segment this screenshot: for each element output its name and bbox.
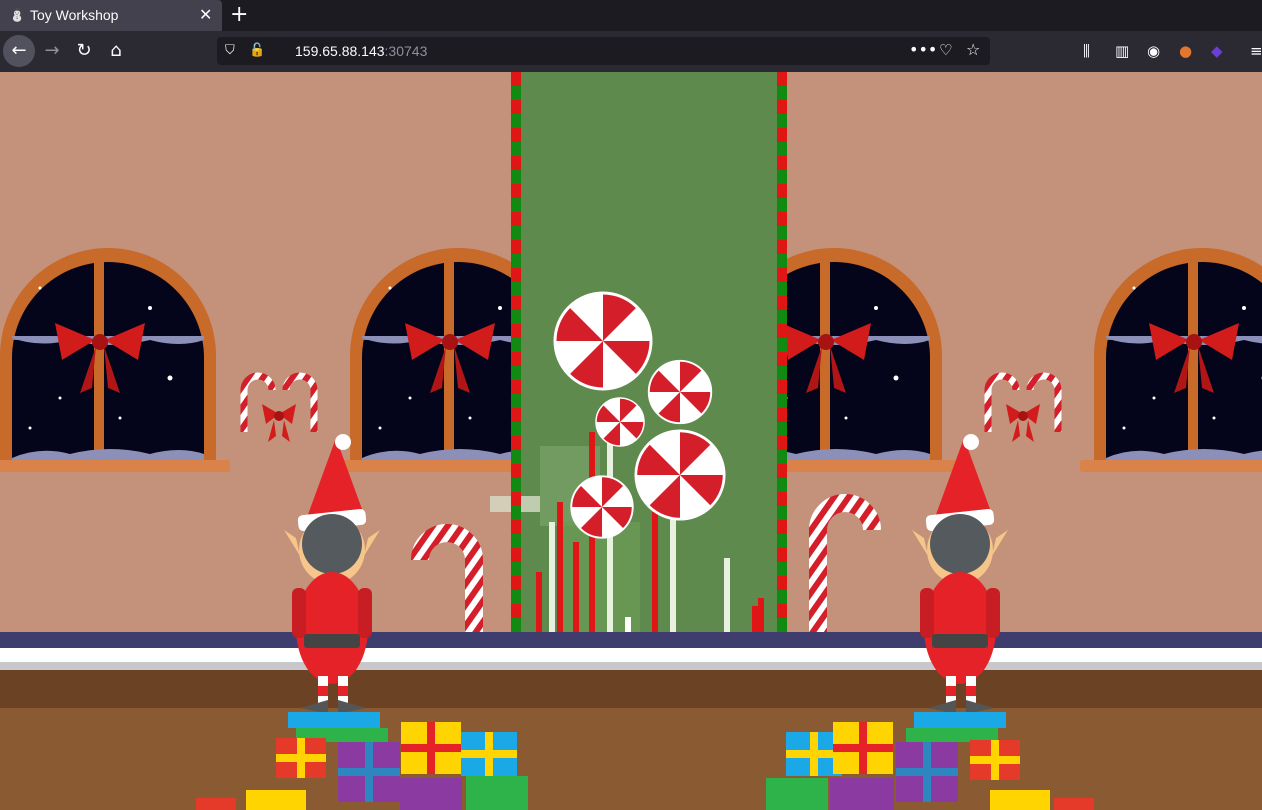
forward-button[interactable]: →	[36, 35, 68, 67]
library-icon[interactable]: ⫼	[1083, 42, 1090, 60]
url-port: :30743	[384, 43, 428, 59]
reload-button[interactable]: ↻	[68, 35, 100, 67]
account-icon[interactable]: ◉	[1147, 42, 1160, 60]
navigation-bar: ← → ↻ ⌂ ⛉ 🔓 159.65.88.143:30743 ••• ♡ ☆ …	[0, 31, 1262, 73]
active-tab[interactable]: ⛄ Toy Workshop ✕	[0, 0, 222, 31]
url-host: 159.65.88.143	[295, 43, 385, 59]
insecure-lock-icon[interactable]: 🔓	[249, 43, 265, 58]
peppermint-medium-1	[647, 359, 713, 425]
home-button[interactable]: ⌂	[100, 35, 132, 67]
workshop-scene	[0, 72, 1262, 810]
peppermint-small	[595, 397, 645, 447]
bookmark-star-icon[interactable]: ☆	[966, 40, 980, 59]
menu-icon[interactable]: ≡	[1250, 42, 1262, 60]
peppermint-large	[553, 291, 653, 391]
page-actions-icon[interactable]: •••	[909, 40, 937, 59]
new-tab-button[interactable]: +	[230, 2, 248, 27]
url-text[interactable]: 159.65.88.143:30743	[295, 43, 427, 59]
floor-trim	[0, 632, 1262, 648]
tab-title: Toy Workshop	[30, 7, 119, 23]
tab-bar: ⛄ Toy Workshop ✕ +	[0, 0, 1262, 31]
tracking-shield-icon[interactable]: ⛉	[225, 43, 235, 58]
peppermint-medium-2	[634, 429, 726, 521]
extension-icon[interactable]: ●	[1179, 42, 1192, 60]
back-button[interactable]: ←	[3, 35, 35, 67]
url-bar[interactable]: ⛉ 🔓 159.65.88.143:30743 ••• ♡ ☆	[217, 37, 990, 65]
pocket-icon[interactable]: ♡	[939, 41, 952, 59]
sidebar-icon[interactable]: ▥	[1115, 42, 1129, 60]
extension-cube-icon[interactable]: ◆	[1211, 42, 1223, 60]
elf-favicon-icon: ⛄	[9, 8, 26, 23]
peppermint-medium-3	[570, 475, 634, 539]
close-tab-icon[interactable]: ✕	[199, 5, 212, 24]
